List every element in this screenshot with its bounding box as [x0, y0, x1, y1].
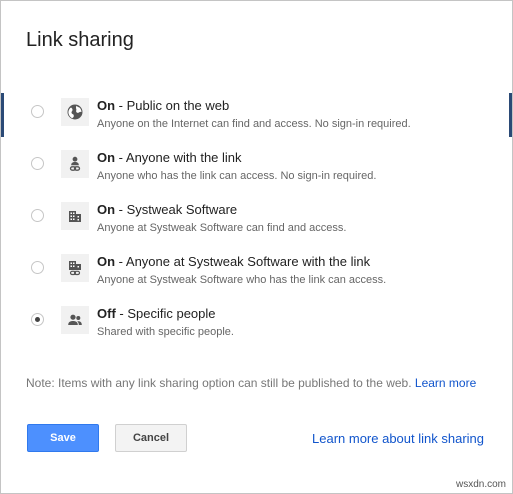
- option-title: - Specific people: [115, 306, 216, 321]
- learn-more-about-link-sharing-link[interactable]: Learn more about link sharing: [312, 431, 484, 446]
- radio-organization[interactable]: [31, 209, 44, 222]
- option-state: On: [97, 98, 116, 113]
- option-description: Anyone who has the link can access. No s…: [97, 170, 377, 182]
- option-title: - Anyone with the link: [115, 150, 242, 165]
- building-icon: [61, 202, 89, 230]
- option-anyone-with-link[interactable]: On - Anyone with the link Anyone who has…: [1, 141, 512, 187]
- cancel-button[interactable]: Cancel: [115, 424, 187, 452]
- option-title: - Systweak Software: [115, 202, 238, 217]
- option-description: Anyone on the Internet can find and acce…: [97, 118, 411, 130]
- option-public-on-web[interactable]: On - Public on the web Anyone on the Int…: [1, 89, 512, 135]
- radio-organization-with-link[interactable]: [31, 261, 44, 274]
- option-description: Shared with specific people.: [97, 326, 234, 338]
- publish-note: Note: Items with any link sharing option…: [26, 376, 476, 390]
- option-specific-people[interactable]: Off - Specific people Shared with specif…: [1, 297, 512, 343]
- option-state: Off: [97, 306, 116, 321]
- globe-icon: [61, 98, 89, 126]
- person-link-icon: [61, 150, 89, 178]
- option-state: On: [97, 202, 116, 217]
- building-link-icon: [61, 254, 89, 282]
- learn-more-link[interactable]: Learn more: [415, 376, 476, 390]
- option-state: On: [97, 150, 116, 165]
- note-text: Note: Items with any link sharing option…: [26, 376, 415, 390]
- link-sharing-dialog: Link sharing On - Public on the web Anyo…: [0, 0, 513, 494]
- people-icon: [61, 306, 89, 334]
- option-organization-with-link[interactable]: On - Anyone at Systweak Software with th…: [1, 245, 512, 291]
- option-title: - Anyone at Systweak Software with the l…: [115, 254, 371, 269]
- radio-specific-people[interactable]: [31, 313, 44, 326]
- dialog-title: Link sharing: [26, 29, 134, 51]
- option-organization[interactable]: On - Systweak Software Anyone at Systwea…: [1, 193, 512, 239]
- option-description: Anyone at Systweak Software can find and…: [97, 222, 347, 234]
- radio-anyone-with-link[interactable]: [31, 157, 44, 170]
- save-button[interactable]: Save: [27, 424, 99, 452]
- radio-public-on-web[interactable]: [31, 105, 44, 118]
- watermark: wsxdn.com: [455, 479, 506, 490]
- option-state: On: [97, 254, 116, 269]
- option-title: - Public on the web: [115, 98, 230, 113]
- option-description: Anyone at Systweak Software who has the …: [97, 274, 387, 286]
